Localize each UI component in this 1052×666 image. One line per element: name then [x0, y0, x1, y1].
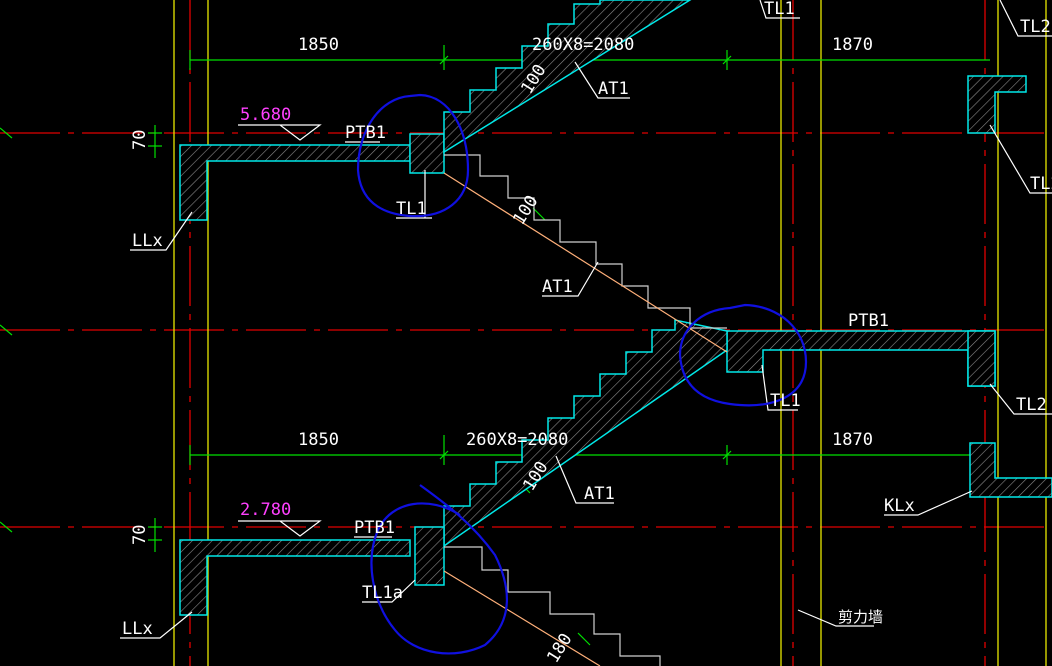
thickness-lower: 70 [130, 525, 150, 545]
middle-landing-slab [726, 330, 996, 387]
beam-label-top: TL1 [764, 0, 795, 19]
beam-label-lower: TL1a [362, 583, 403, 603]
dim-tick [577, 632, 591, 646]
slab-label-lower: PTB1 [354, 518, 395, 538]
level-upper: 5.680 [240, 105, 291, 125]
lower-beam-tl1a [414, 526, 445, 586]
flight-label-middle: AT1 [542, 277, 573, 297]
wall-beam-top: TL2 [1020, 17, 1051, 37]
edge-beam-lower: LLx [122, 619, 153, 639]
level-lower: 2.780 [240, 500, 291, 520]
thickness-upper: 70 [130, 130, 150, 150]
flight-label-lower: AT1 [584, 484, 615, 504]
frame-beam-label: KLx [884, 496, 915, 516]
wall-beam-upper: TL2 [1030, 174, 1052, 194]
flight-label-upper: AT1 [598, 79, 629, 99]
flight-line-upper [443, 172, 728, 353]
dim-mid-upper: 260X8=2080 [532, 35, 634, 55]
dim-left-upper: 1850 [298, 35, 339, 55]
flight-thickness-bottom: 180 [543, 630, 576, 666]
upper-down-steps [444, 154, 727, 329]
shear-wall-label: 剪力墙 [838, 608, 883, 626]
beam-label-upper: TL1 [396, 199, 427, 219]
top-flight [443, 0, 692, 154]
edge-beam-upper: LLx [132, 231, 163, 251]
dim-right-upper: 1870 [832, 35, 873, 55]
right-middle-wall [967, 330, 996, 387]
slab-label-upper: PTB1 [345, 123, 386, 143]
wall-beam-middle: TL2 [1016, 395, 1047, 415]
upper-beam-tl1 [409, 133, 445, 174]
level-marker-lower [238, 520, 322, 537]
stair-section-drawing: 1850 260X8=2080 1870 1850 260X8=2080 187… [0, 0, 1052, 666]
upper-landing-slab [179, 144, 411, 221]
slab-label-middle: PTB1 [848, 311, 889, 331]
beam-label-middle: TL1 [770, 391, 801, 411]
right-lower-kl [969, 442, 1052, 498]
dim-right-lower: 1870 [832, 430, 873, 450]
lower-landing-slab [179, 539, 411, 616]
right-upper-wall [967, 75, 1027, 134]
dim-left-lower: 1850 [298, 430, 339, 450]
dim-mid-lower: 260X8=2080 [466, 430, 568, 450]
